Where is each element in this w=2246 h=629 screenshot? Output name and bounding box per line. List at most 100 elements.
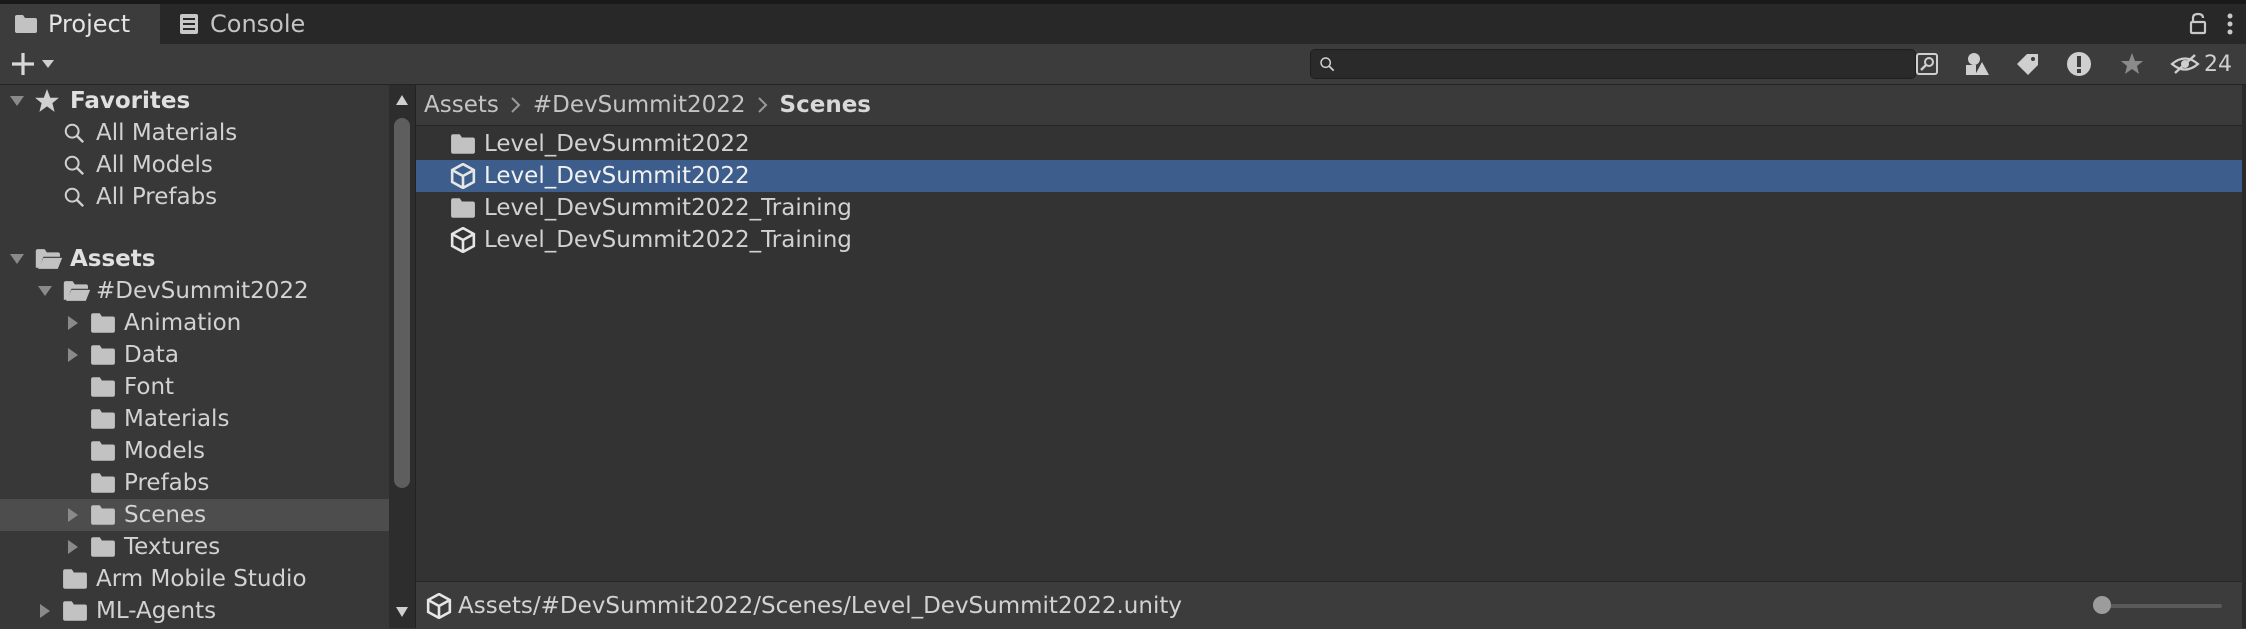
tree-item-label: Textures [124, 534, 221, 560]
icon-size-slider-handle[interactable] [2093, 596, 2111, 614]
folder-icon [90, 472, 116, 494]
folder-icon [62, 600, 88, 622]
filter-by-type-button[interactable] [1962, 50, 1992, 78]
tree-item-label: ML-Agents [96, 598, 217, 624]
tab-project[interactable]: Project [0, 4, 160, 44]
filter-by-label-button[interactable] [2013, 50, 2043, 78]
search-by-type-button[interactable] [1912, 50, 1942, 78]
asset-name: Level_DevSummit2022_Training [484, 195, 852, 221]
collapse-arrow-icon[interactable] [64, 538, 82, 556]
star-icon [2121, 53, 2143, 74]
collapse-arrow-icon[interactable] [64, 506, 82, 524]
search-icon [1319, 56, 1335, 72]
kebab-menu-icon[interactable] [2226, 12, 2234, 36]
collapse-arrow-icon[interactable] [64, 346, 82, 364]
favorite-item[interactable]: All Models [0, 149, 389, 181]
chevron-right-icon [511, 97, 521, 113]
tree-item-label: Font [124, 374, 175, 400]
folder-icon [90, 536, 116, 558]
scroll-down-icon[interactable] [394, 605, 410, 619]
collapse-arrow-icon[interactable] [64, 314, 82, 332]
scroll-up-icon[interactable] [394, 93, 410, 107]
folder-tree-scrollbar[interactable] [389, 85, 416, 628]
favorite-label: All Materials [96, 120, 238, 146]
tree-item-label: Arm Mobile Studio [96, 566, 307, 592]
hidden-packages-toggle[interactable]: 24 [2170, 49, 2232, 79]
tree-item[interactable]: Arm Mobile Studio [0, 563, 389, 595]
chevron-down-icon [42, 60, 54, 68]
asset-row-selected[interactable]: Level_DevSummit2022 [416, 160, 2242, 192]
tag-icon [2017, 54, 2038, 75]
folder-tree: Favorites All Materials All Models All P… [0, 85, 389, 628]
filter-by-log-type-button[interactable] [2064, 50, 2094, 78]
create-dropdown-button[interactable] [10, 48, 66, 80]
tree-item[interactable]: Materials [0, 403, 389, 435]
tree-item-label: Data [124, 342, 179, 368]
tree-item-label: Models [124, 438, 206, 464]
warning-icon [2067, 52, 2091, 76]
console-icon [180, 14, 198, 34]
assets-root[interactable]: Assets [0, 243, 389, 275]
unity-scene-icon [450, 227, 476, 253]
asset-row[interactable]: Level_DevSummit2022 [416, 128, 2242, 160]
asset-name: Level_DevSummit2022_Training [484, 227, 852, 253]
expand-arrow-icon[interactable] [8, 250, 26, 268]
plus-icon [12, 53, 34, 75]
chevron-right-icon [757, 97, 767, 113]
expand-arrow-icon[interactable] [36, 282, 54, 300]
tree-item-label: #DevSummit2022 [96, 278, 309, 304]
tree-item[interactable]: Textures [0, 531, 389, 563]
eye-slash-icon [2170, 54, 2200, 74]
favorites-header[interactable]: Favorites [0, 85, 389, 117]
icon-size-slider-track[interactable] [2102, 604, 2222, 608]
tree-item[interactable]: ML-Agents [0, 595, 389, 627]
search-icon [63, 122, 85, 144]
lock-icon[interactable] [2188, 12, 2208, 36]
folder-icon [90, 440, 116, 462]
breadcrumb-item[interactable]: #DevSummit2022 [533, 92, 746, 118]
search-icon [63, 154, 85, 176]
project-toolbar: 24 [0, 44, 2246, 85]
folder-icon [90, 408, 116, 430]
folder-icon [90, 312, 116, 334]
tree-item[interactable]: #DevSummit2022 [0, 275, 389, 307]
folder-open-icon [62, 280, 92, 302]
asset-row[interactable]: Level_DevSummit2022_Training [416, 192, 2242, 224]
find-references-icon [1916, 53, 1938, 75]
tree-item-label: Animation [124, 310, 242, 336]
unity-scene-icon [426, 593, 452, 619]
tab-bar: Project Console [0, 4, 2246, 44]
breadcrumb-item[interactable]: Assets [424, 92, 499, 118]
favorite-item[interactable]: All Materials [0, 117, 389, 149]
folder-icon [14, 14, 38, 34]
assets-label: Assets [70, 246, 156, 272]
collapse-arrow-icon[interactable] [36, 602, 54, 620]
scrollbar-thumb[interactable] [394, 118, 410, 488]
expand-arrow-icon[interactable] [8, 92, 26, 110]
selection-path-bar: Assets/#DevSummit2022/Scenes/Level_DevSu… [416, 581, 2246, 629]
tab-console[interactable]: Console [170, 4, 305, 44]
asset-row[interactable]: Level_DevSummit2022_Training [416, 224, 2242, 256]
folder-open-icon [34, 248, 64, 270]
tree-item-selected[interactable]: Scenes [0, 499, 389, 531]
tree-item-label: Prefabs [124, 470, 210, 496]
tree-item[interactable]: Prefabs [0, 467, 389, 499]
asset-name: Level_DevSummit2022 [484, 131, 750, 157]
folder-icon [90, 504, 116, 526]
tree-item[interactable]: Animation [0, 307, 389, 339]
selected-asset-path: Assets/#DevSummit2022/Scenes/Level_DevSu… [458, 592, 1182, 619]
favorites-label: Favorites [70, 88, 191, 114]
breadcrumb-item[interactable]: Scenes [780, 92, 871, 118]
tab-console-label: Console [210, 10, 306, 38]
asset-list-pane: Assets #DevSummit2022 Scenes Level_DevSu… [416, 85, 2246, 629]
tree-item[interactable]: Models [0, 435, 389, 467]
folder-icon [450, 197, 476, 219]
tree-item[interactable]: Font [0, 371, 389, 403]
favorite-item[interactable]: All Prefabs [0, 181, 389, 213]
save-search-button[interactable] [2117, 50, 2147, 78]
tree-item[interactable]: Data [0, 339, 389, 371]
tab-project-label: Project [48, 10, 131, 38]
search-input[interactable] [1310, 49, 1916, 79]
favorite-label: All Models [96, 152, 213, 178]
asset-name: Level_DevSummit2022 [484, 163, 750, 189]
